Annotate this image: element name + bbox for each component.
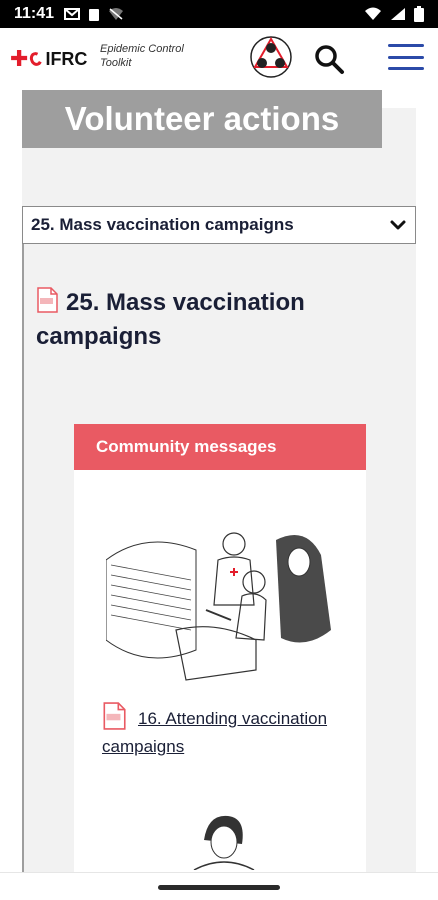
card-header: Community messages	[74, 424, 366, 470]
status-right-icons	[364, 6, 424, 22]
main-content: Volunteer actions 25. Mass vaccination c…	[0, 90, 438, 888]
wifi-icon	[365, 7, 381, 20]
tagline-line-2: Toolkit	[100, 57, 132, 69]
red-cross-icon: ✚	[10, 46, 29, 71]
menu-bar-1	[388, 44, 424, 47]
toolkit-emblem-icon	[250, 36, 292, 78]
attending-vaccination-link[interactable]: 16. Attending vaccination campaigns	[102, 702, 332, 761]
no-signal-icon	[109, 8, 124, 20]
person-illustration	[193, 815, 255, 870]
status-bar: 11:41	[0, 0, 438, 28]
status-left-icons	[64, 7, 124, 21]
status-time: 11:41	[14, 5, 55, 22]
menu-icon[interactable]	[388, 44, 424, 70]
chevron-down-icon	[390, 220, 406, 230]
battery-icon	[414, 6, 424, 22]
menu-bar-3	[388, 67, 424, 70]
action-select-value: 25. Mass vaccination campaigns	[31, 215, 294, 234]
search-icon[interactable]	[312, 42, 346, 76]
ifrc-logo[interactable]: ✚ IFRC	[10, 46, 87, 72]
gmail-icon	[64, 8, 81, 20]
left-rule	[22, 244, 24, 884]
app-header: ✚ IFRC Epidemic Control Toolkit	[0, 28, 438, 90]
pdf-icon	[103, 702, 126, 730]
vaccination-illustration	[106, 520, 336, 690]
menu-bar-2	[388, 55, 424, 59]
toolkit-tagline: Epidemic Control Toolkit	[100, 42, 184, 70]
section-heading-text: 25. Mass vaccination campaigns	[36, 289, 305, 350]
home-indicator[interactable]	[158, 885, 280, 890]
system-nav-bar	[0, 872, 438, 900]
red-crescent-icon	[28, 50, 45, 68]
community-messages-card: Community messages 16. Attending vaccina…	[74, 424, 366, 884]
link-text[interactable]: 16. Attending vaccination campaigns	[102, 709, 327, 756]
page-title: Volunteer actions	[22, 90, 382, 148]
clipboard-icon	[89, 9, 100, 21]
logo-text: IFRC	[45, 48, 88, 69]
pdf-icon[interactable]	[36, 287, 58, 313]
signal-icon	[391, 8, 405, 20]
action-select[interactable]: 25. Mass vaccination campaigns	[22, 206, 416, 244]
section-heading: 25. Mass vaccination campaigns	[36, 286, 406, 354]
tagline-line-1: Epidemic Control	[100, 43, 184, 55]
